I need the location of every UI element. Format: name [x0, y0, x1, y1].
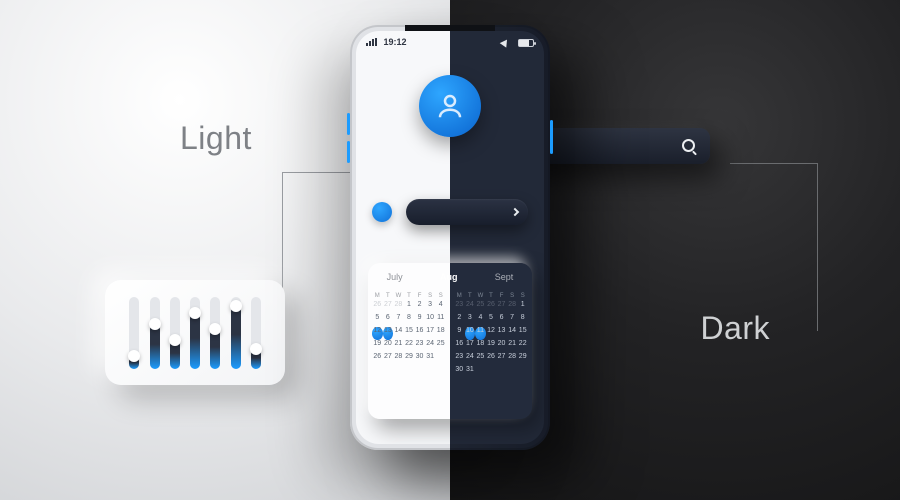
eq-slider[interactable]: [210, 297, 220, 369]
calendar-tabs: July Aug Sept: [368, 263, 532, 291]
eq-slider[interactable]: [170, 297, 180, 369]
theme-showcase-stage: Light Dark Search 19:12: [0, 0, 900, 500]
calendar-day[interactable]: 23: [454, 353, 465, 366]
status-time: 19:12: [384, 37, 407, 47]
connector-line-dark: [730, 163, 818, 331]
calendar-day[interactable]: 4: [475, 314, 486, 327]
action-row: [372, 199, 528, 225]
calendar-day[interactable]: 9: [414, 314, 425, 327]
calendar-day[interactable]: 20: [496, 340, 507, 353]
calendar-day[interactable]: 27: [383, 353, 394, 366]
calendar-day[interactable]: 23: [414, 340, 425, 353]
calendar-tab-prev[interactable]: July: [387, 272, 403, 282]
calendar-day[interactable]: 16: [454, 340, 465, 353]
calendar-day[interactable]: 16: [414, 327, 425, 340]
calendar-day[interactable]: 3: [465, 314, 476, 327]
calendar-day[interactable]: 12: [372, 327, 383, 340]
calendar-day[interactable]: 22: [404, 340, 415, 353]
calendar-tab-current[interactable]: Aug: [440, 272, 458, 282]
avatar[interactable]: [419, 75, 481, 137]
calendar-day[interactable]: 6: [496, 314, 507, 327]
calendar-day[interactable]: 11: [475, 327, 486, 340]
calendar-day[interactable]: 19: [372, 340, 383, 353]
volume-up-button[interactable]: [347, 113, 350, 135]
calendar-day[interactable]: 1: [517, 301, 528, 314]
calendar-day[interactable]: 20: [383, 340, 394, 353]
calendar-day[interactable]: 18: [475, 340, 486, 353]
calendar-day[interactable]: 19: [486, 340, 497, 353]
calendar-day[interactable]: 12: [486, 327, 497, 340]
signal-icon: [366, 38, 377, 46]
eq-slider[interactable]: [129, 297, 139, 369]
calendar-day[interactable]: 8: [404, 314, 415, 327]
calendar-day[interactable]: 14: [393, 327, 404, 340]
calendar-day[interactable]: 14: [507, 327, 518, 340]
user-icon: [435, 91, 465, 121]
calendar-day[interactable]: 13: [383, 327, 394, 340]
calendar-day[interactable]: 25: [475, 353, 486, 366]
calendar-day[interactable]: 28: [507, 353, 518, 366]
calendar-day[interactable]: 6: [383, 314, 394, 327]
calendar-day[interactable]: 4: [435, 301, 446, 314]
calendar-day[interactable]: 31: [425, 353, 436, 366]
calendar-day[interactable]: 9: [454, 327, 465, 340]
phone-mockup: 19:12 July Aug Sept: [350, 25, 550, 450]
calendar-day[interactable]: 31: [465, 366, 476, 379]
calendar-day[interactable]: 7: [507, 314, 518, 327]
calendar-day[interactable]: 28: [393, 353, 404, 366]
calendar-day[interactable]: 5: [372, 314, 383, 327]
eq-slider[interactable]: [150, 297, 160, 369]
eq-slider[interactable]: [231, 297, 241, 369]
phone-screen: 19:12 July Aug Sept: [356, 31, 544, 444]
status-bar: 19:12: [356, 34, 544, 50]
calendar-day[interactable]: 15: [404, 327, 415, 340]
calendar-day[interactable]: 21: [507, 340, 518, 353]
light-mode-label: Light: [180, 120, 252, 157]
battery-icon: [518, 39, 534, 47]
eq-slider[interactable]: [190, 297, 200, 369]
calendar-day[interactable]: 5: [486, 314, 497, 327]
calendar-day[interactable]: 25: [435, 340, 446, 353]
calendar-day[interactable]: 7: [393, 314, 404, 327]
calendar-card[interactable]: July Aug Sept MTWTFSS 262728123456789101…: [368, 263, 532, 419]
calendar-day[interactable]: 18: [435, 327, 446, 340]
chevron-right-icon: [511, 208, 519, 216]
volume-down-button[interactable]: [347, 141, 350, 163]
calendar-day[interactable]: 2: [454, 314, 465, 327]
calendar-day[interactable]: 2: [414, 301, 425, 314]
calendar-month-dark: MTWTFSS 23242526272812345678910111213141…: [450, 291, 532, 419]
calendar-day[interactable]: 30: [414, 353, 425, 366]
location-icon: [500, 37, 511, 47]
calendar-day[interactable]: 30: [454, 366, 465, 379]
accent-dot-button[interactable]: [372, 202, 392, 222]
calendar-day[interactable]: 24: [465, 353, 476, 366]
calendar-day[interactable]: 17: [425, 327, 436, 340]
calendar-day[interactable]: 8: [517, 314, 528, 327]
search-icon[interactable]: [682, 139, 696, 153]
calendar-day[interactable]: 13: [496, 327, 507, 340]
calendar-day[interactable]: 29: [517, 353, 528, 366]
calendar-day[interactable]: 24: [425, 340, 436, 353]
calendar-day[interactable]: 17: [465, 340, 476, 353]
calendar-day[interactable]: 22: [517, 340, 528, 353]
calendar-day[interactable]: 10: [465, 327, 476, 340]
equalizer-card[interactable]: [105, 280, 285, 385]
calendar-day[interactable]: 10: [425, 314, 436, 327]
calendar-day[interactable]: 11: [435, 314, 446, 327]
calendar-day[interactable]: 1: [404, 301, 415, 314]
next-pill-button[interactable]: [406, 199, 528, 225]
calendar-day[interactable]: 26: [486, 353, 497, 366]
connector-line-light: [282, 172, 352, 328]
calendar-day[interactable]: 26: [372, 353, 383, 366]
calendar-month-light: MTWTFSS 26272812345678910111213141516171…: [368, 291, 450, 419]
calendar-day[interactable]: 15: [517, 327, 528, 340]
calendar-day[interactable]: 21: [393, 340, 404, 353]
calendar-day[interactable]: 29: [404, 353, 415, 366]
calendar-day[interactable]: 27: [496, 353, 507, 366]
power-button[interactable]: [550, 120, 553, 154]
calendar-tab-next[interactable]: Sept: [495, 272, 514, 282]
eq-slider[interactable]: [251, 297, 261, 369]
calendar-day[interactable]: 3: [425, 301, 436, 314]
